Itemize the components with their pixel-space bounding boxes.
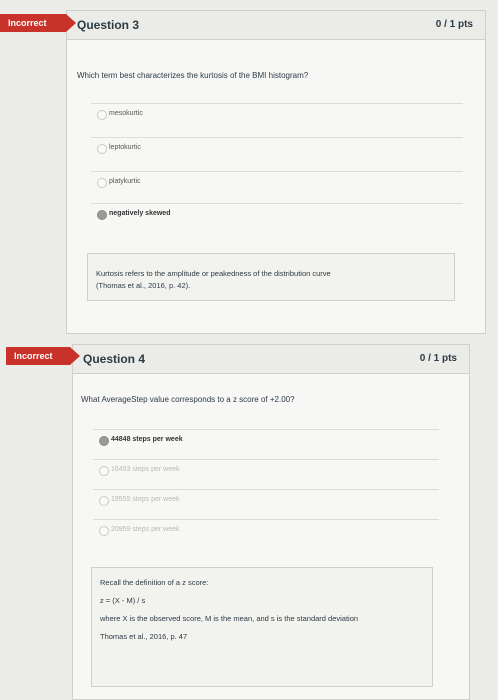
feedback-line: z = (X - M) / s [100,596,146,605]
option-label: leptokurtic [109,144,141,151]
feedback-line: (Thomas et al., 2016, p. 42). [96,281,191,290]
q3-option-platykurtic[interactable]: platykurtic [91,171,463,196]
question-3-header: Question 3 0 / 1 pts [67,11,485,40]
question-3-title: Question 3 [77,18,140,32]
feedback-line: Recall the definition of a z score: [100,578,209,587]
question-3-status-badge: Incorrect [0,14,76,32]
q4-option-44848[interactable]: 44848 steps per week [93,429,439,454]
question-3-card: Question 3 0 / 1 pts Which term best cha… [66,10,486,334]
feedback-line: where X is the observed score, M is the … [100,614,359,623]
status-label: Incorrect [8,18,47,28]
radio-icon[interactable] [97,110,107,120]
question-4-title: Question 4 [83,352,146,366]
option-label: negatively skewed [109,210,171,217]
status-label: Incorrect [14,351,53,361]
question-3-prompt: Which term best characterizes the kurtos… [77,71,309,80]
option-label: 20959 steps per week [111,526,180,533]
question-3-feedback: Kurtosis refers to the amplitude or peak… [87,253,455,301]
question-4-header: Question 4 0 / 1 pts [73,345,469,374]
q3-option-mesokurtic[interactable]: mesokurtic [91,103,463,128]
option-label: 44848 steps per week [111,436,183,443]
radio-selected-icon[interactable] [97,210,107,220]
q4-option-19555[interactable]: 19555 steps per week [93,489,439,514]
q4-option-16493[interactable]: 16493 steps per week [93,459,439,484]
q3-option-leptokurtic[interactable]: leptokurtic [91,137,463,162]
option-label: 16493 steps per week [111,466,180,473]
feedback-line: Kurtosis refers to the amplitude or peak… [96,269,331,278]
radio-icon[interactable] [99,526,109,536]
feedback-line: Thomas et al., 2016, p. 47 [100,632,188,641]
radio-icon[interactable] [97,178,107,188]
question-3-points: 0 / 1 pts [435,19,473,30]
option-label: platykurtic [109,178,141,185]
radio-icon[interactable] [97,144,107,154]
q4-option-20959[interactable]: 20959 steps per week [93,519,439,544]
question-4-prompt: What AverageStep value corresponds to a … [81,395,295,404]
option-label: 19555 steps per week [111,496,180,503]
radio-icon[interactable] [99,466,109,476]
radio-selected-icon[interactable] [99,436,109,446]
option-label: mesokurtic [109,110,143,117]
q3-option-negatively-skewed[interactable]: negatively skewed [91,203,463,228]
question-4-status-badge: Incorrect [6,347,80,365]
question-4-points: 0 / 1 pts [419,353,457,364]
radio-icon[interactable] [99,496,109,506]
question-4-feedback: Recall the definition of a z score: z = … [91,567,433,687]
question-4-card: Question 4 0 / 1 pts What AverageStep va… [72,344,470,700]
